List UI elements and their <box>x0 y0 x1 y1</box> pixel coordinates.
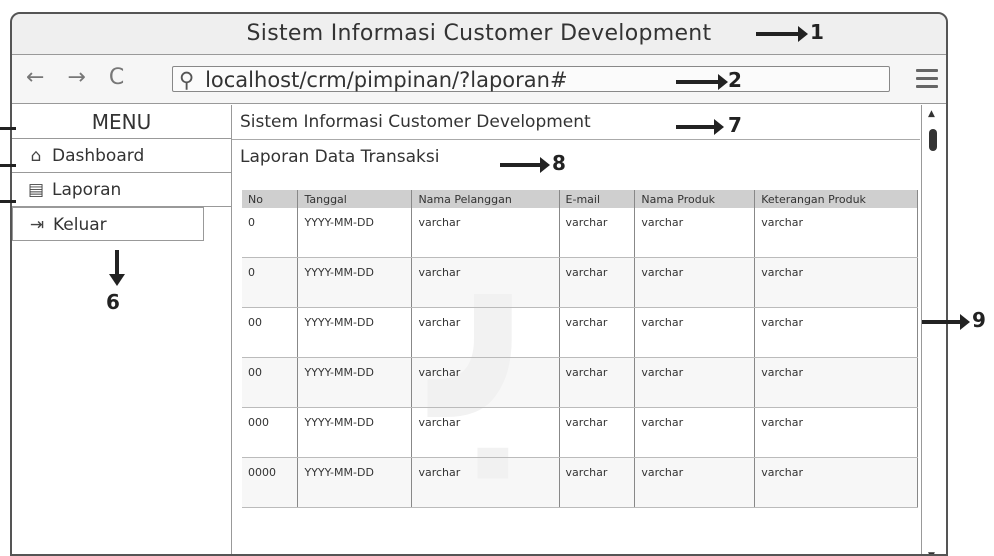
annotation-label-1: 1 <box>810 20 824 44</box>
hamburger-menu-icon[interactable] <box>916 69 938 93</box>
annotation-arrow-6 <box>109 250 125 286</box>
sidebar: MENU ⌂ Dashboard ▤ Laporan ⇥ Keluar <box>12 105 232 554</box>
url-field[interactable]: ⚲ localhost/crm/pimpinan/?laporan# <box>172 66 890 92</box>
table-row[interactable]: 00 YYYY-MM-DD varchar varchar varchar va… <box>242 307 918 358</box>
table-cell: varchar <box>634 457 756 508</box>
table-cell: YYYY-MM-DD <box>297 257 413 308</box>
table-cell: varchar <box>411 208 560 258</box>
table-cell: varchar <box>634 407 756 458</box>
table-cell: 0000 <box>242 457 299 508</box>
annotation-line-5 <box>0 200 16 203</box>
page-title: Laporan Data Transaksi <box>240 147 440 167</box>
url-text: localhost/crm/pimpinan/?laporan# <box>205 68 568 92</box>
table-cell: varchar <box>559 457 636 508</box>
table-cell: YYYY-MM-DD <box>297 208 413 258</box>
home-icon: ⌂ <box>30 146 42 166</box>
scroll-up-icon[interactable]: ▲ <box>928 109 935 119</box>
scroll-down-icon[interactable]: ▼ <box>928 551 935 554</box>
table-cell: 00 <box>242 357 299 408</box>
menu-heading: MENU <box>12 105 231 139</box>
table-header-row: No Tanggal Nama Pelanggan E-mail Nama Pr… <box>242 190 918 208</box>
annotation-arrow-9 <box>922 314 970 330</box>
table-cell: varchar <box>559 357 636 408</box>
document-icon: ▤ <box>27 180 45 200</box>
annotation-label-2: 2 <box>728 68 742 92</box>
transaction-table: No Tanggal Nama Pelanggan E-mail Nama Pr… <box>242 190 918 508</box>
annotation-arrow-2 <box>676 74 728 90</box>
table-cell: varchar <box>411 457 560 508</box>
table-cell: varchar <box>411 307 560 358</box>
address-bar: ← → C ⚲ localhost/crm/pimpinan/?laporan# <box>12 55 946 104</box>
annotation-line-4 <box>0 164 16 167</box>
table-cell: varchar <box>559 407 636 458</box>
column-header[interactable]: No <box>242 190 299 208</box>
table-cell: varchar <box>411 257 560 308</box>
column-header[interactable]: Nama Pelanggan <box>411 190 560 208</box>
logout-icon: ⇥ <box>29 215 45 235</box>
column-header[interactable]: Tanggal <box>297 190 413 208</box>
table-cell: varchar <box>754 307 918 358</box>
table-cell: varchar <box>754 357 918 408</box>
table-row[interactable]: 0 YYYY-MM-DD varchar varchar varchar var… <box>242 208 918 258</box>
sidebar-item-keluar[interactable]: ⇥ Keluar <box>12 207 204 241</box>
nav-buttons[interactable]: ← → C <box>26 65 132 90</box>
table-cell: varchar <box>559 257 636 308</box>
annotation-label-9: 9 <box>972 308 986 332</box>
table-cell: varchar <box>559 208 636 258</box>
scrollbar[interactable]: ▲ ▼ <box>921 105 946 554</box>
annotation-arrow-7 <box>676 119 724 135</box>
table-cell: varchar <box>559 307 636 358</box>
table-cell: varchar <box>754 257 918 308</box>
annotation-line-3 <box>0 127 16 130</box>
table-cell: YYYY-MM-DD <box>297 307 413 358</box>
table-cell: 0 <box>242 208 299 258</box>
table-cell: varchar <box>754 208 918 258</box>
table-row[interactable]: 0 YYYY-MM-DD varchar varchar varchar var… <box>242 257 918 308</box>
column-header[interactable]: Keterangan Produk <box>754 190 918 208</box>
annotation-label-6: 6 <box>106 290 120 314</box>
sidebar-item-dashboard[interactable]: ⌂ Dashboard <box>12 139 231 173</box>
search-icon: ⚲ <box>179 68 195 92</box>
sidebar-item-label: Laporan <box>52 180 122 200</box>
table-cell: varchar <box>634 357 756 408</box>
annotation-label-7: 7 <box>728 113 742 137</box>
table-cell: YYYY-MM-DD <box>297 407 413 458</box>
table-row[interactable]: 000 YYYY-MM-DD varchar varchar varchar v… <box>242 407 918 458</box>
annotation-label-8: 8 <box>552 151 566 175</box>
column-header[interactable]: E-mail <box>559 190 636 208</box>
table-cell: YYYY-MM-DD <box>297 457 413 508</box>
browser-window: Sistem Informasi Customer Development ← … <box>10 12 948 556</box>
table-row[interactable]: 0000 YYYY-MM-DD varchar varchar varchar … <box>242 457 918 508</box>
scroll-thumb[interactable] <box>929 129 937 151</box>
table-cell: YYYY-MM-DD <box>297 357 413 408</box>
table-cell: varchar <box>411 407 560 458</box>
table-cell: varchar <box>754 407 918 458</box>
table-row[interactable]: 00 YYYY-MM-DD varchar varchar varchar va… <box>242 357 918 408</box>
annotation-arrow-1 <box>756 26 808 42</box>
table-cell: varchar <box>634 307 756 358</box>
sidebar-item-laporan[interactable]: ▤ Laporan <box>12 173 231 207</box>
table-cell: 00 <box>242 307 299 358</box>
table-cell: 0 <box>242 257 299 308</box>
table-cell: varchar <box>634 208 756 258</box>
annotation-arrow-8 <box>500 157 550 173</box>
table-cell: varchar <box>411 357 560 408</box>
table-cell: varchar <box>754 457 918 508</box>
column-header[interactable]: Nama Produk <box>634 190 756 208</box>
table-cell: 000 <box>242 407 299 458</box>
sidebar-item-label: Dashboard <box>52 146 145 166</box>
sidebar-item-label: Keluar <box>53 215 107 235</box>
table-cell: varchar <box>634 257 756 308</box>
content-title: Sistem Informasi Customer Development <box>232 105 920 140</box>
